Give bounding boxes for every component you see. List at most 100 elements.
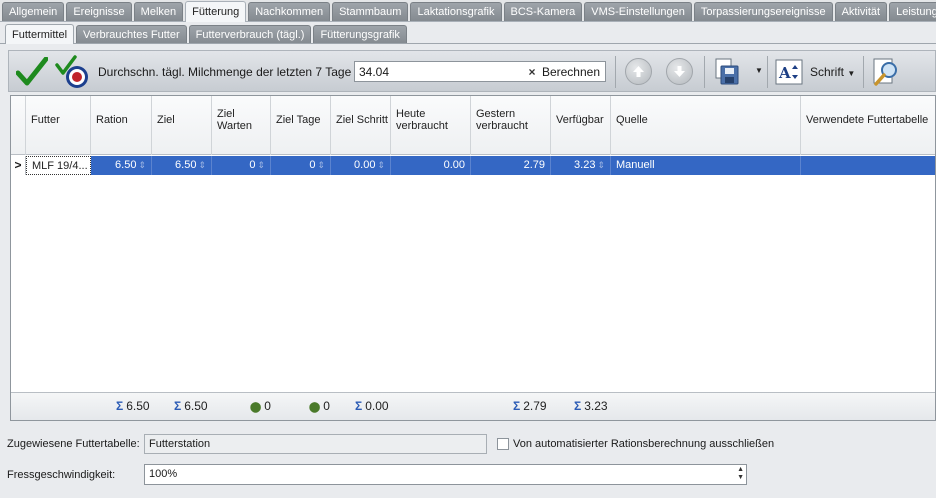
cell-gestern: 2.79 <box>471 156 551 175</box>
toolbar-divider <box>615 56 616 88</box>
spinner-icon[interactable]: ⇕ <box>198 160 206 170</box>
header-ziel-warten[interactable]: Ziel Warten <box>212 96 271 155</box>
main-tab-strip: Allgemein Ereignisse Melken Fütterung Na… <box>0 0 936 22</box>
spinner-icon[interactable]: ⇕ <box>317 160 325 170</box>
sigma-icon: Σ <box>574 399 582 413</box>
cell-ziel-schritt-value: 0.00 <box>354 159 376 171</box>
cell-verfuegbar[interactable]: 3.23 ⇕ <box>551 156 611 175</box>
cell-ziel-tage-value: 0 <box>309 159 316 171</box>
futtertabelle-label: Zugewiesene Futtertabelle: <box>7 438 140 450</box>
toolbar-divider <box>863 56 864 88</box>
header-gestern-line2: verbraucht <box>476 120 528 132</box>
sigma-icon: Σ <box>174 399 182 413</box>
header-heute-line1: Heute <box>396 108 426 120</box>
font-icon[interactable]: A <box>775 59 803 85</box>
header-heute-verbraucht[interactable]: Heute verbraucht <box>391 96 471 155</box>
tab-futterverbrauch[interactable]: Futterverbrauch (tägl.) <box>188 25 312 43</box>
milk-average-value[interactable]: 34.04 <box>355 65 526 79</box>
futtertabelle-field: Futterstation <box>144 434 487 454</box>
summary-ziel-schritt-value: 0.00 <box>365 399 389 413</box>
tab-bcs-kamera[interactable]: BCS-Kamera <box>503 2 583 21</box>
header-futter[interactable]: Futter <box>26 96 91 155</box>
sigma-icon: Σ <box>513 399 521 413</box>
header-futtertabelle[interactable]: Verwendete Futtertabelle <box>801 96 936 155</box>
spinner-icon[interactable]: ⇕ <box>138 160 146 170</box>
header-ziel[interactable]: Ziel <box>152 96 212 155</box>
tab-verbrauchtes-futter[interactable]: Verbrauchtes Futter <box>76 25 187 43</box>
summary-ziel-schritt: Σ 0.00 <box>355 399 389 413</box>
header-gestern-line1: Gestern <box>476 108 516 120</box>
save-icon[interactable] <box>714 58 740 86</box>
tab-fuetterungsgrafik[interactable]: Fütterungsgrafik <box>313 25 407 43</box>
calculate-button[interactable]: Berechnen <box>538 65 605 79</box>
arrow-down-icon[interactable] <box>666 58 693 85</box>
header-quelle[interactable]: Quelle <box>611 96 801 155</box>
grid-summary-footer: Σ 6.50 Σ 6.50 ⬤ 0 ⬤ 0 Σ 0.00 Σ 2.79 Σ 3.23 <box>11 392 935 420</box>
tab-allgemein[interactable]: Allgemein <box>2 2 65 21</box>
cell-heute: 0.00 <box>391 156 471 175</box>
chevron-down-icon: ▼ <box>847 69 856 78</box>
tab-stammbaum[interactable]: Stammbaum <box>332 2 409 21</box>
summary-ziel-tage-value: 0 <box>323 399 330 413</box>
cell-verfuegbar-value: 3.23 <box>574 159 596 171</box>
cell-quelle[interactable]: Manuell <box>611 156 801 175</box>
check-icon[interactable] <box>16 57 48 87</box>
spinner-icon[interactable]: ⇕ <box>257 160 265 170</box>
speed-input[interactable]: 100% ▲ ▼ <box>144 464 747 485</box>
milk-average-label: Durchschn. tägl. Milchmenge der letzten … <box>98 65 352 79</box>
tab-melken[interactable]: Melken <box>133 2 184 21</box>
tab-leistung[interactable]: Leistung <box>889 2 936 21</box>
spinner-icon[interactable]: ⇕ <box>377 160 385 170</box>
header-indicator <box>11 96 26 155</box>
svg-text:A: A <box>778 64 791 82</box>
cell-ration[interactable]: 6.50 ⇕ <box>91 156 152 175</box>
tab-ereignisse[interactable]: Ereignisse <box>66 2 132 21</box>
tab-nachkommen[interactable]: Nachkommen <box>248 2 331 21</box>
summary-ziel-value: 6.50 <box>184 399 208 413</box>
speed-value[interactable]: 100% <box>149 468 177 480</box>
summary-ziel-warten-value: 0 <box>264 399 271 413</box>
header-verfuegbar[interactable]: Verfügbar <box>551 96 611 155</box>
header-ziel-schritt[interactable]: Ziel Schritt <box>331 96 391 155</box>
spinner-icon[interactable]: ⇕ <box>597 160 605 170</box>
feed-grid[interactable]: Futter Ration Ziel Ziel Warten Ziel Tage… <box>10 95 936 421</box>
summary-ration-value: 6.50 <box>126 399 150 413</box>
cell-ziel-warten[interactable]: 0 ⇕ <box>212 156 271 175</box>
header-gestern-verbraucht[interactable]: Gestern verbraucht <box>471 96 551 155</box>
cell-ziel-schritt[interactable]: 0.00 ⇕ <box>331 156 391 175</box>
exclude-label: Von automatisierter Rationsberechnung au… <box>513 438 775 450</box>
speed-label: Fressgeschwindigkeit: <box>7 469 116 481</box>
tab-torpassierungsereignisse[interactable]: Torpassierungsereignisse <box>693 2 833 21</box>
font-menu[interactable]: Schrift ▼ <box>810 65 855 79</box>
tab-futtermittel[interactable]: Futtermittel <box>5 24 75 44</box>
tab-laktationsgrafik[interactable]: Laktationsgrafik <box>410 2 502 21</box>
cell-futtertabelle[interactable] <box>801 156 936 175</box>
summary-gestern-value: 2.79 <box>523 399 547 413</box>
header-ration[interactable]: Ration <box>91 96 152 155</box>
sigma-icon: Σ <box>116 399 124 413</box>
summary-gestern: Σ 2.79 <box>513 399 547 413</box>
tab-fuetterung[interactable]: Fütterung <box>185 1 247 22</box>
cell-ziel-tage[interactable]: 0 ⇕ <box>271 156 331 175</box>
sub-tab-strip: Futtermittel Verbrauchtes Futter Futterv… <box>0 23 936 44</box>
count-icon: ⬤ <box>309 402 321 413</box>
tab-vms-einstellungen[interactable]: VMS-Einstellungen <box>584 2 692 21</box>
header-heute-line2: verbraucht <box>396 120 448 132</box>
tab-aktivitaet[interactable]: Aktivität <box>834 2 888 21</box>
summary-ziel-warten: ⬤ 0 <box>250 399 271 413</box>
header-ziel-warten-line1: Ziel <box>217 108 235 120</box>
print-preview-icon[interactable] <box>871 57 901 87</box>
arrow-up-icon[interactable] <box>625 58 652 85</box>
cell-ziel[interactable]: 6.50 ⇕ <box>152 156 212 175</box>
table-row[interactable]: MLF 19/4... 6.50 ⇕ 6.50 ⇕ 0 ⇕ 0 ⇕ 0.00 ⇕ 0.00… <box>11 156 935 175</box>
speed-spinner-icon[interactable]: ▲ ▼ <box>737 466 744 482</box>
cell-futter[interactable]: MLF 19/4... <box>26 156 91 175</box>
clear-icon[interactable]: × <box>526 65 538 79</box>
exclude-checkbox[interactable] <box>497 438 509 450</box>
check-target-icon[interactable] <box>55 55 91 89</box>
toolbar-divider <box>704 56 705 88</box>
milk-average-field[interactable]: 34.04 × Berechnen <box>354 61 606 82</box>
sigma-icon: Σ <box>355 399 363 413</box>
header-ziel-tage[interactable]: Ziel Tage <box>271 96 331 155</box>
save-dropdown-arrow[interactable]: ▼ <box>755 66 763 75</box>
